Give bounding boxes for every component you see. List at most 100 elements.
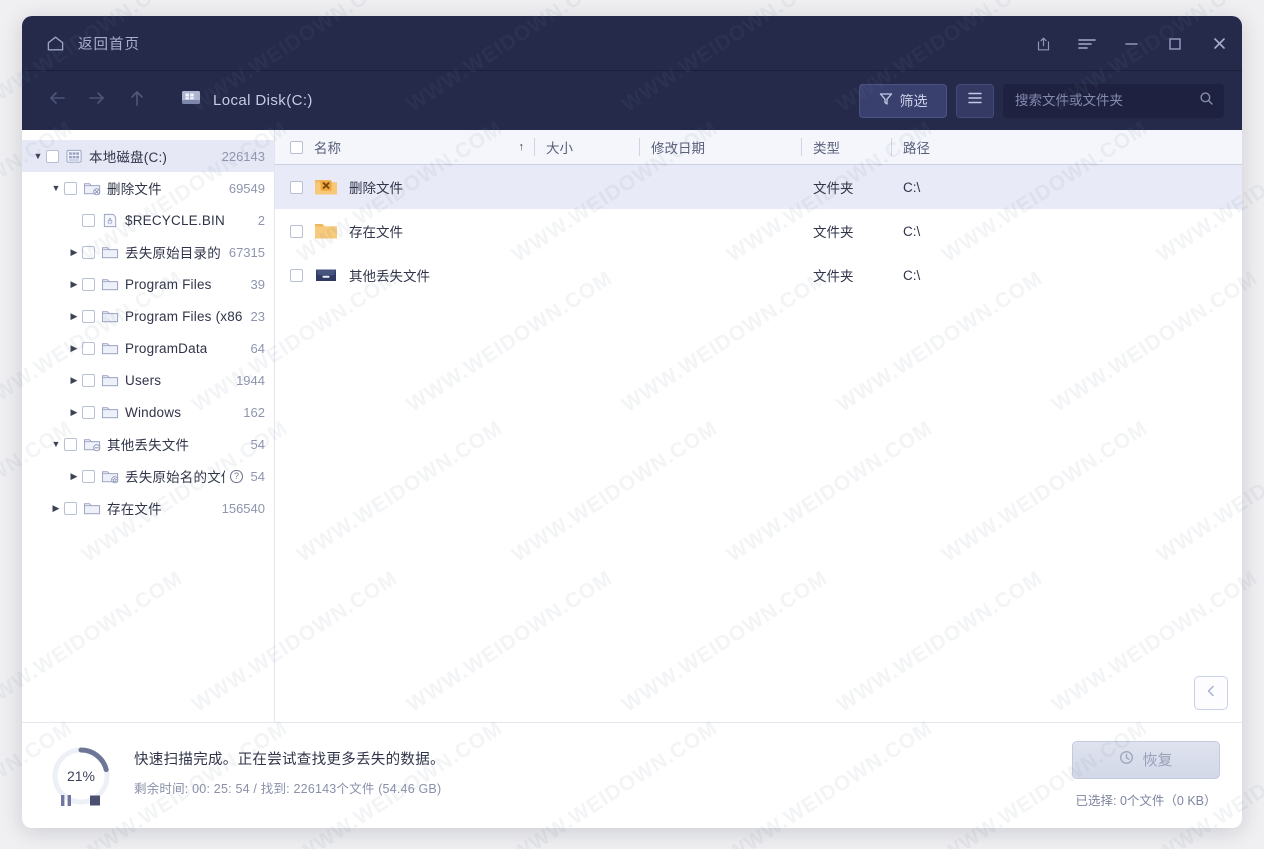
cell-type-value: 文件夹 <box>813 269 854 284</box>
chevron-down-icon[interactable]: ▼ <box>30 151 46 161</box>
table-row[interactable]: 存在文件 文件夹 C:\ <box>275 209 1242 253</box>
tree-item[interactable]: ▼ 本地磁盘(C:) 226143 <box>22 140 274 172</box>
current-disk[interactable]: Local Disk(C:) <box>180 88 313 113</box>
tree-item-checkbox[interactable] <box>82 373 95 387</box>
tree-item-label: Program Files (x86) <box>125 308 243 324</box>
collapse-panel-button[interactable] <box>1194 676 1228 710</box>
export-icon <box>1036 36 1051 52</box>
home-label[interactable]: 返回首页 <box>78 33 140 54</box>
up-button[interactable] <box>122 86 152 116</box>
folder-icon <box>101 404 120 421</box>
chevron-right-icon[interactable]: ▶ <box>66 375 82 386</box>
folder-deleted-icon <box>83 180 102 197</box>
column-header-size[interactable]: 大小 <box>534 130 639 164</box>
cell-type-value: 文件夹 <box>813 181 854 196</box>
close-button[interactable] <box>1202 27 1236 61</box>
tree-item-label: $RECYCLE.BIN <box>125 212 225 228</box>
stop-button[interactable] <box>89 794 101 812</box>
table-row[interactable]: 其他丢失文件 文件夹 C:\ <box>275 253 1242 297</box>
row-checkbox[interactable] <box>290 180 303 194</box>
chevron-right-icon[interactable]: ▶ <box>66 279 82 290</box>
table-row[interactable]: 删除文件 文件夹 C:\ <box>275 165 1242 209</box>
help-icon[interactable]: ? <box>230 469 243 483</box>
status-detail: 剩余时间: 00: 25: 54 / 找到: 226143个文件 (54.46 … <box>134 782 442 796</box>
chevron-right-icon[interactable]: ▶ <box>66 471 82 482</box>
chevron-right-icon[interactable]: ▶ <box>66 247 82 258</box>
chevron-right-icon[interactable]: ▶ <box>48 503 64 514</box>
select-all-checkbox[interactable] <box>290 140 303 154</box>
tree-item-label: 本地磁盘(C:) <box>89 150 168 165</box>
column-header-type[interactable]: 类型 <box>801 130 891 164</box>
cell-date <box>639 165 801 209</box>
tree-item[interactable]: ▶ Program Files (x86) 23 <box>22 300 274 332</box>
tree-item[interactable]: ▶ $RECYCLE.BIN2 <box>22 204 274 236</box>
tree-item[interactable]: ▶ 存在文件 156540 <box>22 492 274 524</box>
chevron-right-icon[interactable]: ▶ <box>66 343 82 354</box>
search-icon[interactable] <box>1199 91 1214 111</box>
chevron-down-icon[interactable]: ▼ <box>48 439 64 449</box>
chevron-down-icon[interactable]: ▼ <box>48 183 64 193</box>
tree-item-checkbox[interactable] <box>82 277 95 291</box>
row-checkbox[interactable] <box>290 268 303 282</box>
column-header-date[interactable]: 修改日期 <box>639 130 801 164</box>
file-list-panel: 名称 ↑ 大小 修改日期 类型 路径 删除文件 文件夹 C:\ 存在文件 文件夹… <box>275 130 1242 722</box>
drive-icon <box>314 265 338 285</box>
tree-item[interactable]: ▼ 其他丢失文件 54 <box>22 428 274 460</box>
chevron-right-icon[interactable]: ▶ <box>66 407 82 418</box>
tree-item-checkbox[interactable] <box>46 149 59 163</box>
tree-item-checkbox[interactable] <box>82 469 95 483</box>
tree-item[interactable]: ▼ 删除文件 69549 <box>22 172 274 204</box>
file-rows: 删除文件 文件夹 C:\ 存在文件 文件夹 C:\ 其他丢失文件 文件夹 C:\ <box>275 165 1242 722</box>
search-input[interactable] <box>1015 93 1199 108</box>
pause-button[interactable] <box>60 794 72 812</box>
column-label-path: 路径 <box>903 141 930 156</box>
column-header-name[interactable]: 名称 ↑ <box>275 130 534 164</box>
tree-item[interactable]: ▶ 丢失原始名的文件? 54 <box>22 460 274 492</box>
tree-item-checkbox[interactable] <box>64 501 77 515</box>
tree-item-checkbox[interactable] <box>82 405 95 419</box>
column-header-path[interactable]: 路径 <box>891 130 1242 164</box>
tree-item-checkbox[interactable] <box>64 437 77 451</box>
tree-item[interactable]: ▶ 丢失原始目录的文件 67315 <box>22 236 274 268</box>
column-label-date: 修改日期 <box>651 141 705 156</box>
tree-item[interactable]: ▶ Users 1944 <box>22 364 274 396</box>
tree-item[interactable]: ▶ Windows 162 <box>22 396 274 428</box>
view-toggle-button[interactable] <box>956 83 994 118</box>
search-box[interactable] <box>1003 83 1224 118</box>
sort-ascending-icon[interactable]: ↑ <box>519 141 525 153</box>
menu-button[interactable] <box>1070 27 1104 61</box>
funnel-icon <box>879 92 893 109</box>
minimize-icon <box>1124 37 1139 51</box>
close-icon <box>1212 36 1227 51</box>
chevron-right-icon[interactable]: ▶ <box>66 311 82 322</box>
back-button[interactable] <box>42 86 72 116</box>
clock-icon <box>1119 750 1134 769</box>
tree-item[interactable]: ▶ ProgramData 64 <box>22 332 274 364</box>
export-button[interactable] <box>1026 27 1060 61</box>
disk-label: Local Disk(C:) <box>213 92 313 109</box>
tree-item-checkbox[interactable] <box>82 341 95 355</box>
minimize-button[interactable] <box>1114 27 1148 61</box>
tree-item-checkbox[interactable] <box>82 213 95 227</box>
recover-button[interactable]: 恢复 <box>1072 740 1220 779</box>
arrow-left-icon <box>48 90 66 111</box>
forward-button[interactable] <box>82 86 112 116</box>
cell-size <box>534 165 639 209</box>
row-checkbox[interactable] <box>290 224 303 238</box>
folder-icon <box>101 308 120 325</box>
home-button[interactable] <box>38 27 72 61</box>
tree-item-checkbox[interactable] <box>82 245 95 259</box>
selection-summary: 已选择: 0个文件（0 KB） <box>1075 793 1217 808</box>
cell-type: 文件夹 <box>801 209 891 253</box>
cell-size <box>534 253 639 297</box>
folder-icon <box>101 372 120 389</box>
arrow-up-icon <box>129 89 145 112</box>
tree-item-checkbox[interactable] <box>64 181 77 195</box>
filter-button[interactable]: 筛选 <box>859 83 947 118</box>
tree-item[interactable]: ▶ Program Files 39 <box>22 268 274 300</box>
tree-item-checkbox[interactable] <box>82 309 95 323</box>
app-window: 返回首页 Local Disk(C:) 筛选 搜索文件或文件夹 ▼ 本地磁盘(C… <box>22 16 1242 828</box>
folder-icon <box>83 500 102 517</box>
maximize-button[interactable] <box>1158 27 1192 61</box>
directory-tree[interactable]: ▼ 本地磁盘(C:) 226143 ▼ 删除文件 69549 ▶ <box>22 130 275 722</box>
